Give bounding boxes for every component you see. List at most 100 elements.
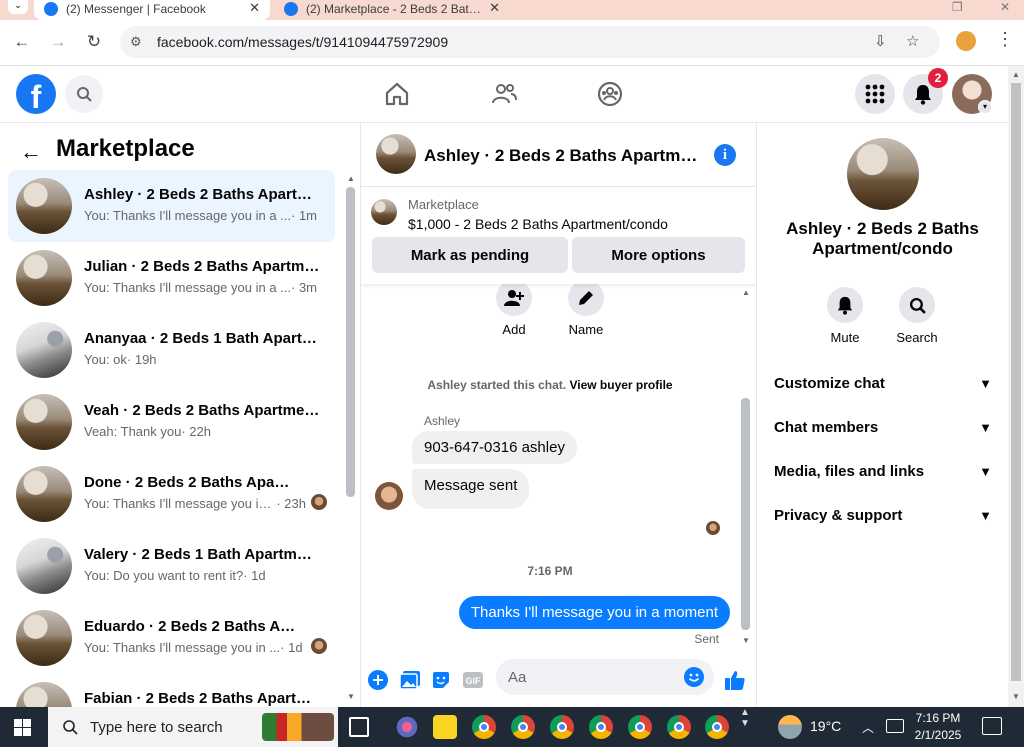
home-icon[interactable] <box>383 80 411 108</box>
message-composer: GIF <box>361 654 756 707</box>
conversation-item[interactable]: Done · 2 Beds 2 Baths Apart... You: Than… <box>8 458 335 530</box>
friends-icon[interactable] <box>490 80 518 108</box>
close-window-icon[interactable]: ✕ <box>1000 0 1010 14</box>
chrome-icon[interactable] <box>667 715 691 739</box>
more-actions-icon[interactable] <box>366 668 390 692</box>
name-label: Name <box>568 322 604 337</box>
taskbar-clock[interactable]: 7:16 PM 2/1/2025 <box>900 710 976 744</box>
conversation-name: Fabian · 2 Beds 2 Baths Apartm... <box>84 690 320 707</box>
url-text[interactable]: facebook.com/messages/t/9141094475972909 <box>157 34 448 50</box>
more-options-button[interactable]: More options <box>572 237 745 273</box>
scroll-down-icon[interactable]: ▼ <box>347 692 355 701</box>
sticker-icon[interactable] <box>429 668 453 692</box>
menu-button[interactable] <box>855 74 895 114</box>
browser-profile-icon[interactable] <box>956 31 976 51</box>
windows-start-icon[interactable] <box>14 719 31 736</box>
task-view-icon[interactable] <box>349 717 369 737</box>
add-people-action[interactable]: Add <box>484 284 544 337</box>
chrome-icon[interactable] <box>589 715 613 739</box>
install-app-icon[interactable]: ⇩ <box>874 32 887 50</box>
listing-profile-thumbnail[interactable] <box>847 138 919 210</box>
facebook-logo-icon[interactable]: f <box>16 74 56 114</box>
chat-header-thumbnail[interactable] <box>376 134 416 174</box>
weather-icon[interactable] <box>778 715 802 739</box>
scroll-down-icon[interactable]: ▼ <box>1012 692 1020 701</box>
conversation-list-scrollbar[interactable]: ▲ ▼ <box>344 170 358 707</box>
thread-scrollbar[interactable]: ▲ ▼ <box>739 284 753 654</box>
tab-search-button[interactable]: ⌄ <box>8 0 28 14</box>
close-tab-icon[interactable]: ✕ <box>489 0 500 16</box>
scroll-up-icon[interactable]: ▲ <box>347 174 355 183</box>
conversation-item[interactable]: Julian · 2 Beds 2 Baths Apartme... You: … <box>8 242 335 314</box>
notification-center-icon[interactable] <box>982 717 1002 735</box>
search-facebook-button[interactable] <box>65 75 103 113</box>
scrollbar-thumb[interactable] <box>1011 83 1021 681</box>
section-customize-chat[interactable]: Customize chat ▼ <box>765 361 1001 405</box>
tab-marketplace[interactable]: (2) Marketplace - 2 Beds 2 Baths ✕ <box>274 0 510 20</box>
listing-thumbnail[interactable] <box>371 199 397 225</box>
incoming-message[interactable]: 903-647-0316 ashley <box>412 431 577 464</box>
thumbs-up-icon[interactable] <box>723 668 747 692</box>
chrome-icon[interactable] <box>628 715 652 739</box>
chrome-icon[interactable] <box>511 715 535 739</box>
seen-avatar <box>311 494 327 510</box>
conversation-item[interactable]: Valery · 2 Beds 1 Bath Apartmen... You: … <box>8 530 335 602</box>
info-icon[interactable]: i <box>714 144 736 166</box>
chrome-icon[interactable] <box>472 715 496 739</box>
reload-icon[interactable]: ↻ <box>84 32 104 52</box>
back-arrow-icon[interactable]: ← <box>20 139 42 165</box>
listing-price-title[interactable]: $1,000 - 2 Beds 2 Baths Apartment/condo <box>408 216 668 232</box>
hidden-icons-chevron-icon[interactable]: ︿ <box>862 719 874 736</box>
scrollbar-thumb[interactable] <box>346 187 355 497</box>
conversation-snippet: You: ok · 19h <box>84 352 157 367</box>
conversation-snippet: You: Thanks I'll message you in a ... · 3… <box>84 280 317 295</box>
forward-icon[interactable]: → <box>48 32 68 52</box>
chrome-icon[interactable] <box>550 715 574 739</box>
view-buyer-profile-link[interactable]: View buyer profile <box>569 378 672 392</box>
section-privacy-support[interactable]: Privacy & support ▼ <box>765 493 1001 537</box>
weather-temperature[interactable]: 19°C <box>810 718 841 734</box>
chrome-icon[interactable] <box>705 715 729 739</box>
emoji-icon[interactable] <box>684 667 704 687</box>
chat-header-title[interactable]: Ashley · 2 Beds 2 Baths Apartmen... <box>424 146 706 166</box>
mark-as-pending-button[interactable]: Mark as pending <box>372 237 568 273</box>
groups-icon[interactable] <box>596 80 624 108</box>
scroll-up-icon[interactable]: ▲ <box>742 288 750 297</box>
section-chat-members[interactable]: Chat members ▼ <box>765 405 1001 449</box>
chat-details-panel: Ashley · 2 Beds 2 Baths Apartment/condo … <box>757 123 1008 707</box>
conversation-item[interactable]: Ashley · 2 Beds 2 Baths Apartm... You: T… <box>8 170 335 242</box>
mute-action[interactable]: Mute <box>810 287 880 345</box>
paint-app-icon[interactable] <box>395 715 419 739</box>
site-info-icon[interactable]: ⚙ <box>130 34 142 50</box>
close-tab-icon[interactable]: ✕ <box>249 0 260 16</box>
tab-messenger[interactable]: (2) Messenger | Facebook ✕ <box>34 0 270 20</box>
back-icon[interactable]: ← <box>12 32 32 52</box>
conversation-item[interactable]: Ananyaa · 2 Beds 1 Bath Apartm... You: o… <box>8 314 335 386</box>
conversation-item[interactable]: Veah · 2 Beds 2 Baths Apartmen... Veah: … <box>8 386 335 458</box>
sender-avatar[interactable] <box>375 482 403 510</box>
section-media-files-links[interactable]: Media, files and links ▼ <box>765 449 1001 493</box>
omnibox[interactable]: ⚙ facebook.com/messages/t/91410944759729… <box>120 26 940 58</box>
page-title: Marketplace <box>56 135 195 162</box>
restore-window-icon[interactable]: ❐ <box>952 0 963 14</box>
scrollbar-thumb[interactable] <box>741 398 750 630</box>
account-caret-icon[interactable]: ▾ <box>978 100 992 114</box>
taskbar-scroll-arrows[interactable]: ▲ ▼ <box>738 707 752 747</box>
facebook-favicon-icon <box>44 2 58 16</box>
search-conversation-action[interactable]: Search <box>882 287 952 345</box>
conversation-item[interactable]: Eduardo · 2 Beds 2 Baths Apa... You: Tha… <box>8 602 335 674</box>
scroll-down-icon[interactable]: ▼ <box>742 636 750 645</box>
browser-menu-icon[interactable]: ⋮ <box>996 29 1014 50</box>
search-highlight-icon[interactable] <box>262 713 334 741</box>
attach-photo-icon[interactable] <box>398 668 422 692</box>
scroll-up-icon[interactable]: ▲ <box>1012 70 1020 79</box>
incoming-message[interactable]: Message sent <box>412 469 530 509</box>
bookmark-star-icon[interactable]: ☆ <box>906 32 919 50</box>
outgoing-message[interactable]: Thanks I'll message you in a moment <box>458 596 730 629</box>
name-chat-action[interactable]: Name <box>556 284 616 337</box>
page-scrollbar[interactable]: ▲ ▼ <box>1008 66 1024 707</box>
conversation-item[interactable]: Fabian · 2 Beds 2 Baths Apartm... <box>8 674 335 707</box>
message-input[interactable] <box>496 659 714 695</box>
gif-icon[interactable]: GIF <box>461 668 485 692</box>
sticky-notes-icon[interactable] <box>433 715 457 739</box>
